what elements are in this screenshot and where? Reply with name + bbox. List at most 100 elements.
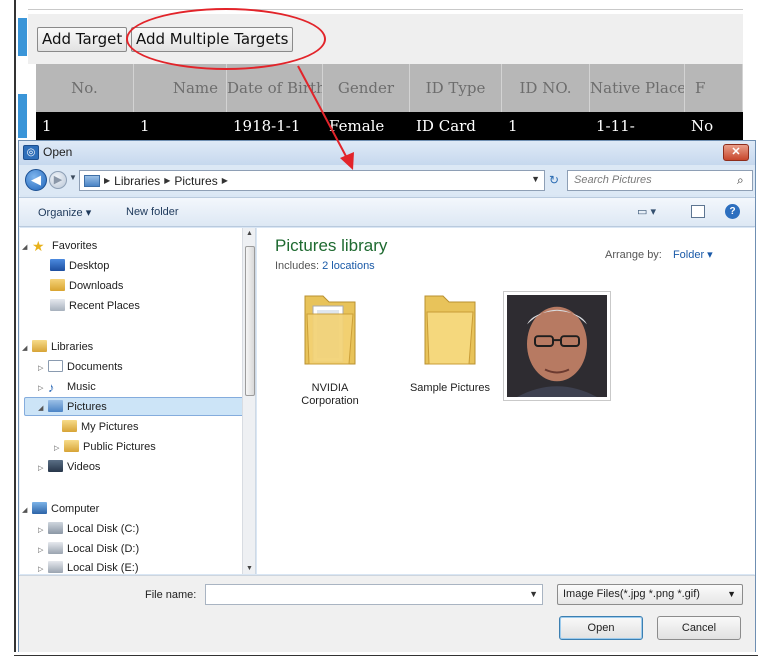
- sidebar-item-documents[interactable]: ▷ Documents: [38, 358, 123, 377]
- sidebar-item-favorites[interactable]: ◢ ★ Favorites: [22, 237, 97, 256]
- sidebar-item-label: Pictures: [67, 401, 107, 413]
- open-file-dialog: ◎ Open ✕ ◀ ▶ ▼ ▶ Libraries ▶ Pictures ▶ …: [18, 140, 756, 653]
- sidebar-item-label: Local Disk (D:): [67, 543, 140, 555]
- add-target-button[interactable]: Add Target: [37, 27, 128, 52]
- collapse-arrow-icon[interactable]: ▷: [38, 521, 48, 540]
- sidebar-item-videos[interactable]: ▷ Videos: [38, 458, 100, 477]
- preview-pane-icon[interactable]: [691, 205, 705, 218]
- sidebar-item-label: Favorites: [52, 240, 98, 252]
- locations-link[interactable]: 2 locations: [322, 260, 375, 272]
- folder-icon: [424, 295, 476, 365]
- collapse-arrow-icon[interactable]: ▷: [54, 439, 64, 458]
- open-button[interactable]: Open: [559, 616, 643, 640]
- sidebar-item-recent-places[interactable]: Recent Places: [50, 297, 140, 316]
- open-dialog-icon: ◎: [23, 145, 39, 160]
- item-label-line: NVIDIA: [311, 382, 349, 394]
- chevron-right-icon[interactable]: ▶: [164, 176, 170, 185]
- file-type-select[interactable]: Image Files(*.jpg *.png *.gif) ▼: [557, 584, 743, 605]
- file-name-input[interactable]: ▼: [205, 584, 543, 605]
- file-list-pane: Pictures library Includes: 2 locations A…: [257, 228, 755, 574]
- includes-label: Includes:: [275, 260, 320, 272]
- dialog-footer: File name: ▼ Image Files(*.jpg *.png *.g…: [19, 575, 755, 653]
- dialog-titlebar[interactable]: ◎ Open ✕: [19, 141, 755, 165]
- videos-icon: [48, 460, 63, 472]
- expand-arrow-icon[interactable]: ◢: [22, 238, 32, 257]
- column-header[interactable]: ID Type: [410, 64, 502, 112]
- portrait-image: [507, 295, 607, 397]
- navigation-pane: ◢ ★ Favorites Desktop Downloads Recent Pla…: [20, 228, 256, 574]
- collapse-arrow-icon[interactable]: ▷: [38, 541, 48, 560]
- star-icon: ★: [32, 238, 45, 254]
- column-header[interactable]: No.: [36, 64, 134, 112]
- table-row[interactable]: 1 1 1918-1-1 Female ID Card 1 1-11- No: [36, 112, 743, 140]
- search-input[interactable]: Search Pictures: [567, 170, 753, 191]
- breadcrumb-pictures[interactable]: Pictures: [174, 174, 217, 188]
- sidebar-item-label: Music: [67, 381, 96, 393]
- downloads-icon: [50, 279, 65, 291]
- chevron-right-icon[interactable]: ▶: [222, 176, 228, 185]
- sidebar-item-label: My Pictures: [81, 421, 139, 433]
- file-name-dropdown-icon[interactable]: ▼: [529, 589, 538, 599]
- page-bottom-margin: [14, 652, 758, 660]
- sidebar-item-disk-d[interactable]: ▷ Local Disk (D:): [38, 540, 139, 559]
- scroll-up-arrow-icon[interactable]: ▲: [246, 230, 253, 237]
- file-name-label: File name:: [145, 589, 197, 601]
- sidebar-item-pictures[interactable]: ◢ Pictures: [24, 397, 255, 418]
- table-cell: 1: [140, 117, 150, 135]
- sidebar-item-disk-c[interactable]: ▷ Local Disk (C:): [38, 520, 139, 539]
- dialog-title: Open: [43, 145, 73, 159]
- recent-locations-dropdown-icon[interactable]: ▼: [69, 173, 77, 182]
- new-folder-button[interactable]: New folder: [126, 206, 179, 218]
- expand-arrow-icon[interactable]: ◢: [22, 501, 32, 520]
- column-header[interactable]: ID NO.: [502, 64, 590, 112]
- arrange-by-dropdown[interactable]: Folder ▾: [673, 249, 713, 261]
- forward-arrow-icon[interactable]: ▶: [49, 171, 67, 189]
- sidebar-item-label: Public Pictures: [83, 441, 156, 453]
- sidebar-item-libraries[interactable]: ◢ Libraries: [22, 338, 93, 357]
- annotation-arrow: [297, 65, 354, 170]
- chevron-right-icon[interactable]: ▶: [104, 176, 110, 185]
- column-header[interactable]: Native Place: [590, 64, 685, 112]
- expand-arrow-icon[interactable]: ◢: [22, 339, 32, 358]
- file-type-value: Image Files(*.jpg *.png *.gif): [563, 588, 700, 600]
- address-dropdown-icon[interactable]: ▼: [531, 174, 540, 184]
- back-arrow-icon[interactable]: ◀: [25, 169, 47, 191]
- collapse-arrow-icon[interactable]: ▷: [38, 359, 48, 378]
- music-icon: ♪: [48, 380, 55, 395]
- sidebar-item-computer[interactable]: ◢ Computer: [22, 500, 99, 519]
- sidebar-item-downloads[interactable]: Downloads: [50, 277, 123, 296]
- scrollbar-thumb[interactable]: [245, 246, 255, 396]
- navigation-scrollbar[interactable]: ▲ ▼: [242, 228, 255, 574]
- search-icon[interactable]: ⌕: [737, 173, 751, 188]
- pictures-icon: [48, 400, 63, 412]
- sidebar-item-label: Videos: [67, 461, 101, 473]
- column-header[interactable]: F: [685, 64, 743, 112]
- item-label: NVIDIA Corporation: [275, 382, 385, 408]
- column-header[interactable]: Name: [134, 64, 227, 112]
- refresh-icon[interactable]: ↻: [549, 173, 559, 187]
- left-border-line: [14, 0, 16, 660]
- item-label: Sample Pictures: [409, 382, 491, 394]
- top-divider: [28, 9, 743, 10]
- scroll-down-arrow-icon[interactable]: ▼: [246, 565, 253, 572]
- expand-arrow-icon[interactable]: ◢: [38, 399, 48, 418]
- sidebar-item-music[interactable]: ▷ ♪ Music: [38, 378, 96, 397]
- sidebar-item-label: Desktop: [69, 260, 110, 272]
- organize-button[interactable]: Organize ▾: [38, 206, 91, 219]
- change-view-icon[interactable]: ▭ ▾: [637, 205, 669, 220]
- help-icon[interactable]: ?: [725, 204, 740, 219]
- drive-icon: [48, 542, 63, 554]
- collapse-arrow-icon[interactable]: ▷: [38, 560, 48, 574]
- table-cell: No: [691, 117, 714, 135]
- sidebar-item-my-pictures[interactable]: My Pictures: [62, 418, 138, 437]
- sidebar-item-public-pictures[interactable]: ▷ Public Pictures: [54, 438, 156, 457]
- image-thumbnail[interactable]: [503, 291, 611, 401]
- cancel-button[interactable]: Cancel: [657, 616, 741, 640]
- sidebar-item-label: Libraries: [51, 341, 94, 353]
- sidebar-item-disk-e[interactable]: ▷ Local Disk (E:): [38, 559, 139, 574]
- collapse-arrow-icon[interactable]: ▷: [38, 459, 48, 478]
- collapse-arrow-icon[interactable]: ▷: [38, 379, 48, 398]
- close-button[interactable]: ✕: [723, 144, 749, 161]
- breadcrumb-libraries[interactable]: Libraries: [114, 174, 160, 188]
- sidebar-item-desktop[interactable]: Desktop: [50, 257, 109, 276]
